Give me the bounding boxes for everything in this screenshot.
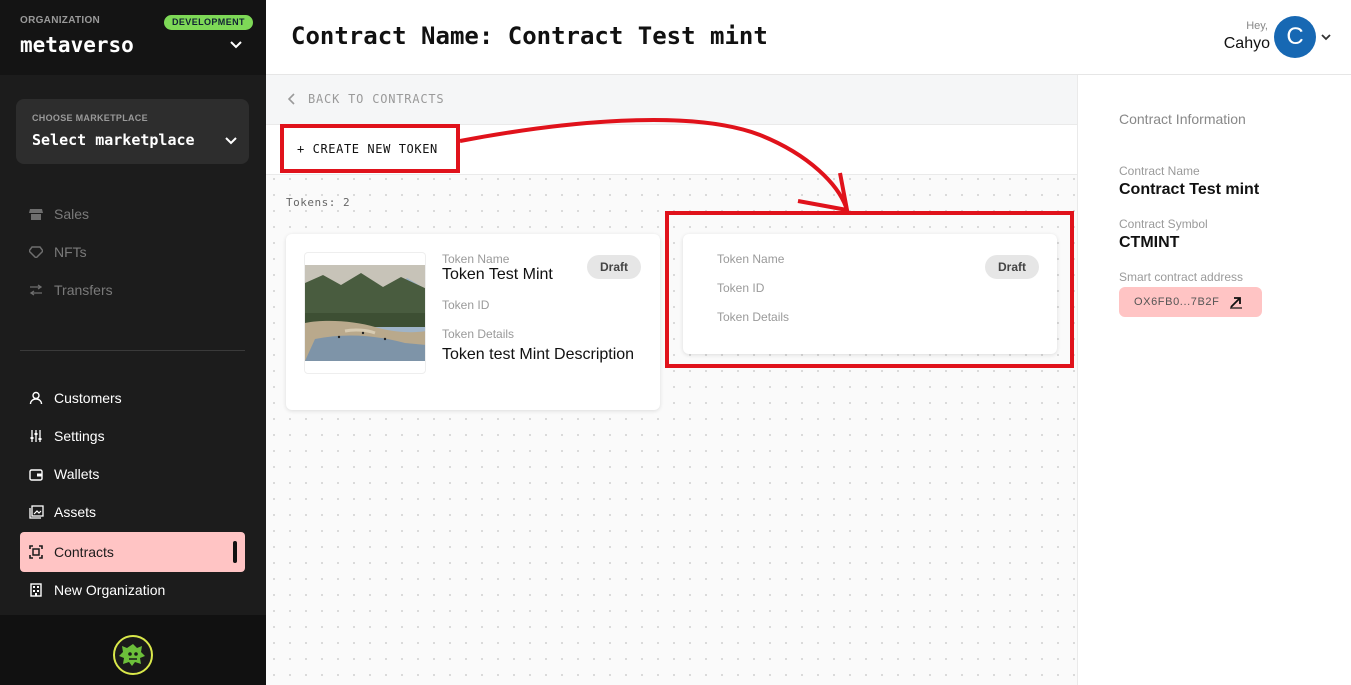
token-id-label: Token ID [442, 298, 490, 312]
sidebar-item-label: NFTs [54, 244, 87, 260]
token-card[interactable]: Token Name Token Test Mint Token ID Toke… [286, 234, 660, 410]
back-link-label: BACK TO CONTRACTS [308, 92, 445, 106]
environment-badge: DEVELOPMENT [164, 15, 253, 30]
sidebar-divider [20, 350, 245, 351]
sidebar-item-wallets[interactable]: Wallets [20, 455, 245, 493]
marketplace-selector[interactable]: CHOOSE MARKETPLACE Select marketplace [16, 99, 249, 164]
token-details-label: Token Details [442, 327, 515, 341]
transfer-icon [28, 282, 44, 298]
contract-name: Contract Test mint [1119, 181, 1260, 198]
chevron-down-icon [225, 137, 237, 145]
wallet-icon [28, 466, 44, 482]
back-row: BACK TO CONTRACTS [266, 75, 1077, 125]
marketplace-label: CHOOSE MARKETPLACE [32, 113, 148, 123]
sliders-icon [28, 428, 44, 444]
sidebar-item-new-organization[interactable]: New Organization [20, 571, 245, 609]
sidebar-item-contracts[interactable]: Contracts [20, 532, 245, 572]
contract-address-label: Smart contract address [1119, 270, 1244, 284]
sidebar-item-label: Wallets [54, 466, 100, 482]
sidebar: ORGANIZATION DEVELOPMENT metaverso CHOOS… [0, 0, 266, 685]
sidebar-item-label: New Organization [54, 582, 166, 598]
user-name: Cahyo [1223, 35, 1270, 52]
organization-name: metaverso [20, 33, 134, 57]
external-link-icon [1230, 297, 1243, 309]
contract-name-label: Contract Name [1119, 164, 1200, 178]
organization-switcher[interactable]: ORGANIZATION DEVELOPMENT metaverso [0, 0, 266, 75]
sidebar-item-customers[interactable]: Customers [20, 379, 245, 417]
tokens-count: Tokens: 2 [286, 196, 351, 209]
organization-label: ORGANIZATION [20, 15, 101, 26]
user-icon [28, 390, 44, 406]
sidebar-item-label: Assets [54, 504, 97, 520]
sidebar-item-label: Contracts [54, 544, 114, 560]
sidebar-item-label: Transfers [54, 282, 113, 298]
avatar[interactable]: C [1274, 16, 1316, 58]
chevron-left-icon [288, 93, 295, 105]
contract-symbol: CTMINT [1119, 234, 1180, 251]
contract-info-panel: Contract Information Contract Name Contr… [1077, 75, 1351, 685]
sidebar-item-nfts[interactable]: NFTs [20, 233, 245, 271]
contract-address-link[interactable]: OX6FB0...7B2F [1119, 287, 1262, 317]
contract-symbol-label: Contract Symbol [1119, 217, 1208, 231]
contract-icon [28, 544, 44, 560]
chevron-down-icon[interactable] [1320, 31, 1332, 43]
brand-logo[interactable] [113, 635, 153, 675]
contract-info-title: Contract Information [1119, 111, 1246, 127]
sidebar-item-label: Sales [54, 206, 90, 222]
highlight-box [665, 211, 1074, 368]
image-icon [28, 504, 44, 520]
token-image [304, 252, 426, 374]
contract-address: OX6FB0...7B2F [1134, 296, 1220, 308]
token-name-label: Token Name [442, 252, 510, 266]
page-title: Contract Name: Contract Test mint [291, 22, 768, 50]
sidebar-item-sales[interactable]: Sales [20, 195, 245, 233]
sidebar-item-label: Customers [54, 390, 122, 406]
diamond-icon [28, 244, 44, 260]
status-badge: Draft [587, 255, 642, 279]
highlight-box [280, 124, 460, 173]
store-icon [28, 206, 44, 222]
token-name: Token Test Mint [442, 266, 553, 283]
building-icon [28, 582, 44, 598]
sidebar-item-label: Settings [54, 428, 105, 444]
greeting-text: Hey, [1246, 20, 1268, 32]
chevron-down-icon[interactable] [229, 38, 243, 52]
sidebar-item-transfers[interactable]: Transfers [20, 271, 245, 309]
back-to-contracts-link[interactable]: BACK TO CONTRACTS [288, 92, 444, 106]
token-details: Token test Mint Description [442, 346, 635, 363]
top-header: Contract Name: Contract Test mint Hey, C… [266, 0, 1351, 75]
active-indicator [233, 541, 237, 563]
sidebar-item-settings[interactable]: Settings [20, 417, 245, 455]
sidebar-item-assets[interactable]: Assets [20, 493, 245, 531]
marketplace-value: Select marketplace [32, 131, 195, 149]
